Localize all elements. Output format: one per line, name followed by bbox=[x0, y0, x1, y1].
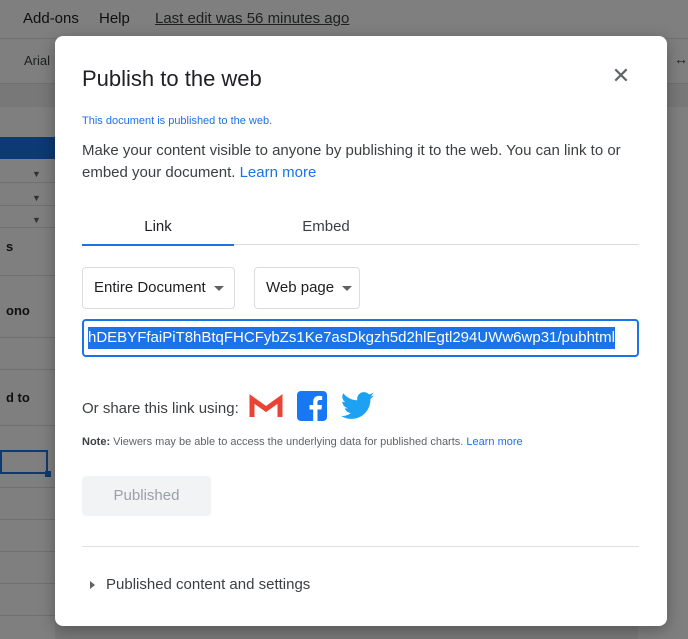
published-button[interactable]: Published bbox=[82, 476, 211, 516]
share-row: Or share this link using: bbox=[82, 390, 389, 426]
dialog-title: Publish to the web bbox=[82, 66, 262, 91]
chevron-down-icon bbox=[213, 285, 224, 291]
caret-right-icon bbox=[90, 580, 95, 589]
twitter-icon[interactable] bbox=[340, 391, 375, 425]
gmail-icon[interactable] bbox=[249, 393, 283, 424]
format-select-value: Web page bbox=[266, 279, 335, 296]
scope-select-value: Entire Document bbox=[94, 279, 206, 296]
tab-bar: Link Embed bbox=[82, 216, 639, 246]
dialog-description: Make your content visible to anyone by p… bbox=[82, 140, 647, 184]
chevron-down-icon bbox=[342, 285, 353, 291]
share-label: Or share this link using: bbox=[82, 399, 239, 417]
divider bbox=[82, 546, 639, 547]
learn-more-link[interactable]: Learn more bbox=[240, 164, 317, 181]
close-icon[interactable]: ✕ bbox=[611, 65, 631, 87]
note-text: Viewers may be able to access the underl… bbox=[113, 436, 464, 448]
tab-link[interactable]: Link bbox=[82, 218, 234, 246]
expander-label: Published content and settings bbox=[106, 576, 311, 593]
publish-url-field[interactable]: hDEBYFfaiPiT8hBtqFHCFybZs1Ke7asDkgzh5d2h… bbox=[82, 319, 639, 357]
description-text: Make your content visible to anyone by p… bbox=[82, 142, 621, 181]
charts-note: Note: Viewers may be able to access the … bbox=[82, 436, 523, 448]
note-learn-more-link[interactable]: Learn more bbox=[466, 436, 522, 448]
published-status: This document is published to the web. bbox=[82, 115, 273, 127]
facebook-icon[interactable] bbox=[296, 390, 327, 426]
published-settings-expander[interactable]: Published content and settings bbox=[82, 576, 310, 593]
scope-select[interactable]: Entire Document bbox=[82, 267, 235, 309]
format-select[interactable]: Web page bbox=[254, 267, 360, 309]
publish-dialog: Publish to the web ✕ This document is pu… bbox=[55, 36, 667, 626]
note-label: Note: bbox=[82, 436, 111, 448]
publish-url-text: hDEBYFfaiPiT8hBtqFHCFybZs1Ke7asDkgzh5d2h… bbox=[88, 327, 615, 349]
tab-embed[interactable]: Embed bbox=[250, 218, 402, 245]
